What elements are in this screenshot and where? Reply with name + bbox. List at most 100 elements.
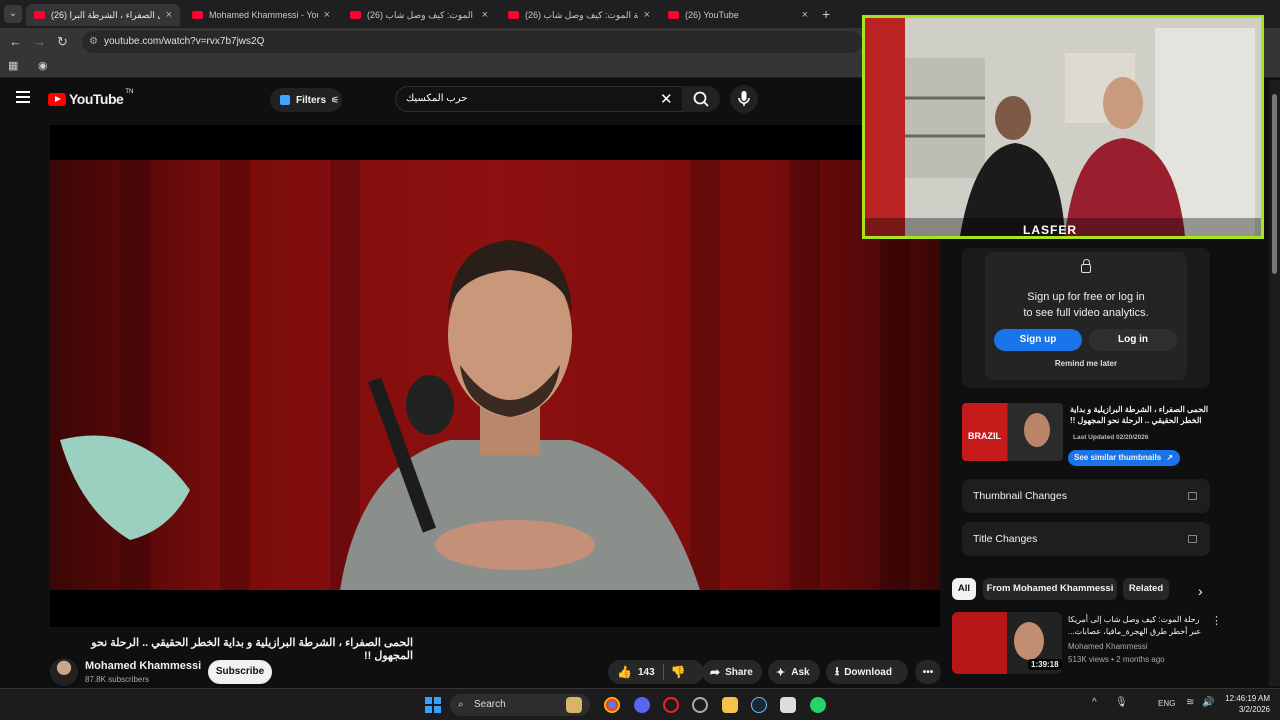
page-scrollbar[interactable] bbox=[1269, 80, 1280, 686]
tab-title: (26) الحمى الصفراء ، الشرطة البرا bbox=[51, 9, 160, 20]
search-input[interactable]: حرب المكسيك bbox=[395, 86, 685, 112]
whatsapp-icon[interactable] bbox=[810, 697, 826, 713]
close-tab-icon[interactable]: × bbox=[802, 9, 808, 21]
filters-button[interactable]: Filters ⚟ bbox=[270, 88, 342, 112]
file-explorer-icon[interactable] bbox=[722, 697, 738, 713]
like-count[interactable]: 143 bbox=[638, 667, 655, 678]
voice-search-button[interactable] bbox=[730, 85, 758, 113]
last-updated: Last Updated 02/20/2026 bbox=[1073, 434, 1149, 441]
chevron-right-icon[interactable]: › bbox=[1198, 583, 1203, 599]
signup-message: Sign up for free or log in to see full v… bbox=[985, 289, 1187, 321]
input-language[interactable]: ENG bbox=[1158, 699, 1175, 708]
video-frame[interactable] bbox=[50, 160, 940, 590]
address-bar[interactable]: ⚙ youtube.com/watch?v=rvx7b7jws2Q bbox=[82, 31, 862, 53]
ask-button[interactable]: ✦ Ask bbox=[768, 660, 820, 684]
lock-icon bbox=[1081, 259, 1091, 273]
browser-tab-active[interactable]: (26) الحمى الصفراء ، الشرطة البرا × bbox=[26, 4, 180, 26]
video-thumbnail[interactable]: BRAZIL bbox=[962, 403, 1063, 461]
divider bbox=[662, 664, 664, 680]
thumbnail-history-card: BRAZIL الحمى الصفراء ، الشرطة البرازيلية… bbox=[962, 400, 1210, 466]
chip-all[interactable]: All bbox=[952, 578, 976, 600]
reload-icon[interactable]: ↻ bbox=[57, 34, 68, 50]
signup-line-2: to see full video analytics. bbox=[1023, 307, 1149, 319]
close-tab-icon[interactable]: × bbox=[166, 9, 172, 21]
thumbnail-face bbox=[1014, 622, 1044, 660]
speaker-icon[interactable]: 🔊 bbox=[1202, 697, 1214, 708]
scrollbar-thumb[interactable] bbox=[1272, 94, 1277, 274]
filters-label: Filters bbox=[296, 94, 327, 106]
lock-icon bbox=[1188, 492, 1197, 500]
close-tab-icon[interactable]: × bbox=[324, 9, 330, 21]
close-tab-icon[interactable]: × bbox=[482, 9, 488, 21]
chip-related[interactable]: Related bbox=[1123, 578, 1169, 600]
windows-start-icon[interactable] bbox=[425, 697, 441, 713]
browser-tab[interactable]: Mohamed Khammessi - YouTub × bbox=[184, 4, 338, 26]
country-code: TN bbox=[125, 89, 134, 95]
search-query-text: حرب المكسيك bbox=[406, 93, 468, 104]
youtube-logo[interactable]: YouTube TN bbox=[48, 89, 134, 107]
remind-me-later-link[interactable]: Remind me later bbox=[985, 359, 1187, 368]
search-button[interactable] bbox=[682, 86, 720, 112]
thumbnail-video-title: الحمى الصفراء ، الشرطة البرازيلية و بداي… bbox=[1070, 405, 1209, 425]
channel-avatar[interactable] bbox=[50, 658, 78, 686]
youtube-favicon-icon bbox=[350, 11, 361, 19]
microphone-tray-icon[interactable]: 🎙 bbox=[1115, 697, 1128, 708]
thumbnail-changes-row[interactable]: Thumbnail Changes bbox=[962, 479, 1210, 513]
subscriber-count: 87.8K subscribers bbox=[85, 675, 150, 684]
close-tab-icon[interactable]: × bbox=[644, 9, 650, 21]
capcut-icon[interactable] bbox=[780, 697, 796, 713]
youtube-header: YouTube TN Filters ⚟ حرب المكسيك ✕ bbox=[0, 80, 940, 120]
discord-icon[interactable] bbox=[634, 697, 650, 713]
forward-arrow-icon[interactable]: → bbox=[33, 34, 46, 49]
globe-icon[interactable]: ◉ bbox=[38, 59, 48, 72]
back-arrow-icon[interactable]: ← bbox=[9, 34, 22, 49]
more-horizontal-icon: ••• bbox=[922, 666, 934, 678]
widgets-icon[interactable] bbox=[566, 697, 582, 713]
browser-tab[interactable]: (26) رحلة الموت: كيف وصل شاب × bbox=[342, 4, 496, 26]
subscribe-button[interactable]: Subscribe bbox=[208, 660, 272, 684]
steam-icon[interactable] bbox=[751, 697, 767, 713]
opera-icon[interactable] bbox=[663, 697, 679, 713]
tab-title: Mohamed Khammessi - YouTub bbox=[209, 10, 318, 20]
browser-tab[interactable]: (26) رحلة الموت: كيف وصل شاب × bbox=[500, 4, 658, 26]
video-player[interactable] bbox=[50, 125, 940, 627]
site-info-icon[interactable]: ⚙ bbox=[89, 31, 98, 53]
channel-name[interactable]: Mohamed Khammessi bbox=[85, 660, 201, 672]
windows-taskbar: ⌕ Search ^ 🎙 ENG ≋ 🔊 12:46:19 AM 3/2/202… bbox=[0, 688, 1280, 720]
see-similar-thumbnails-button[interactable]: See similar thumbnails ↗ bbox=[1068, 450, 1180, 466]
sign-up-button[interactable]: Sign up bbox=[994, 329, 1082, 351]
chrome-icon[interactable] bbox=[604, 697, 620, 713]
tab-search-button[interactable]: ⌄ bbox=[4, 5, 22, 23]
wifi-icon[interactable]: ≋ bbox=[1186, 697, 1194, 708]
recommendation-title[interactable]: رحلة الموت: كيف وصل شاب إلى أمريكا عبر أ… bbox=[1068, 614, 1206, 638]
hamburger-menu-icon[interactable] bbox=[16, 91, 30, 103]
signup-popup: Sign up for free or log in to see full v… bbox=[985, 252, 1187, 380]
streamer-brand-logo: LASFER bbox=[1023, 223, 1077, 237]
thumbs-up-icon[interactable]: 👍 bbox=[617, 665, 632, 679]
search-icon bbox=[693, 91, 709, 107]
system-clock[interactable]: 12:46:19 AM 3/2/2026 bbox=[1220, 693, 1270, 715]
recommendation-channel[interactable]: Mohamed Khammessi bbox=[1068, 642, 1148, 651]
like-dislike-group: 👍 143 👎 bbox=[608, 660, 704, 684]
obs-icon[interactable] bbox=[692, 697, 708, 713]
apps-grid-icon[interactable]: ▦ bbox=[8, 59, 18, 72]
title-changes-label: Title Changes bbox=[973, 533, 1038, 545]
thumbs-down-icon[interactable]: 👎 bbox=[671, 665, 686, 679]
external-link-icon: ↗ bbox=[1166, 453, 1174, 462]
chip-from-channel[interactable]: From Mohamed Khammessi bbox=[983, 578, 1117, 600]
share-icon: ➦ bbox=[710, 665, 721, 679]
browser-tab[interactable]: (26) YouTube × bbox=[660, 4, 816, 26]
youtube-favicon-icon bbox=[34, 11, 45, 19]
more-vertical-icon[interactable]: ⋮ bbox=[1211, 614, 1222, 627]
download-button[interactable]: ⭳ Download bbox=[826, 660, 908, 684]
tab-title: (26) رحلة الموت: كيف وصل شاب bbox=[525, 9, 638, 20]
new-tab-button[interactable]: + bbox=[822, 6, 830, 22]
clear-search-icon[interactable]: ✕ bbox=[660, 90, 673, 108]
signup-line-1: Sign up for free or log in bbox=[1027, 291, 1145, 303]
title-changes-row[interactable]: Title Changes bbox=[962, 522, 1210, 556]
more-actions-button[interactable]: ••• bbox=[915, 660, 941, 684]
share-button[interactable]: ➦ Share bbox=[702, 660, 762, 684]
log-in-button[interactable]: Log in bbox=[1089, 329, 1177, 351]
chevron-up-icon[interactable]: ^ bbox=[1092, 697, 1097, 708]
lock-icon bbox=[1188, 535, 1197, 543]
